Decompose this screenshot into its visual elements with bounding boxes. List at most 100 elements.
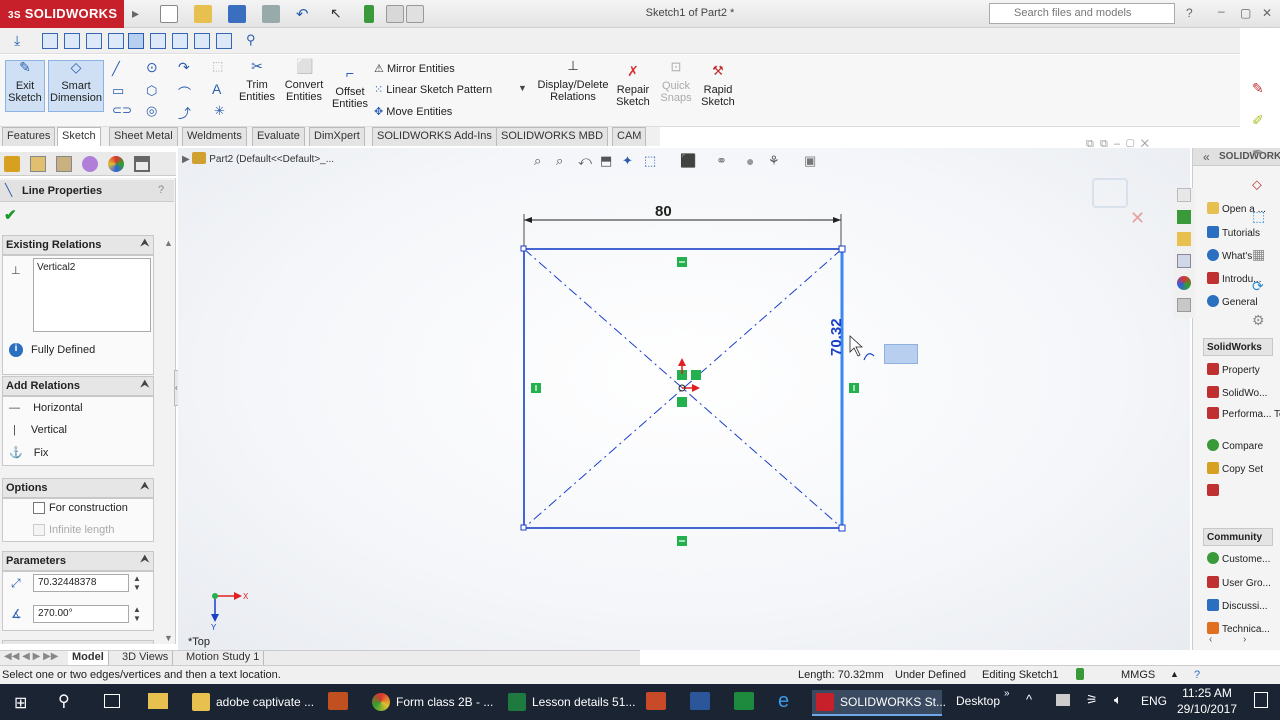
quick-snaps-button[interactable]: ⊡ Quick Snaps — [656, 60, 696, 111]
property-manager-icon[interactable] — [30, 156, 46, 172]
vertex-top-left[interactable] — [520, 245, 527, 252]
ok-checkmark-icon[interactable]: ✔ — [4, 206, 17, 224]
options-icon[interactable] — [406, 5, 424, 23]
tp-user-group-item[interactable]: User Gro... — [1222, 578, 1271, 589]
settings-icon[interactable]: ⚙ — [1252, 312, 1265, 329]
tp-section-community[interactable]: Community — [1203, 528, 1273, 546]
design-library-icon[interactable] — [1177, 210, 1191, 224]
rebuild-status-icon[interactable] — [1076, 668, 1084, 680]
view-back-icon[interactable] — [64, 33, 80, 49]
restore-icon[interactable]: ▢ — [1240, 6, 1251, 20]
angle-spinner[interactable]: ▲ ▼ — [133, 605, 141, 623]
tp-scroll-left-icon[interactable]: ‹ — [1209, 634, 1212, 645]
file-explorer-icon[interactable] — [148, 693, 168, 709]
close-icon[interactable]: ✕ — [1262, 6, 1272, 20]
units-dropdown-icon[interactable]: ▲ — [1170, 669, 1179, 679]
point-icon[interactable]: ✳ — [214, 103, 225, 119]
normal-to-icon[interactable]: ⤓ — [14, 32, 20, 49]
search-icon[interactable]: ⚲ — [58, 691, 70, 711]
open-folder-icon[interactable] — [194, 5, 212, 23]
coincident-relation-icon[interactable] — [677, 397, 687, 407]
tp-section-solidworks[interactable]: SolidWorks — [1203, 338, 1273, 356]
tab-3d-views[interactable]: 3D Views — [118, 651, 174, 666]
options-header[interactable]: Options ⮝ — [2, 478, 154, 498]
tab-mbd[interactable]: SOLIDWORKS MBD — [496, 127, 609, 146]
for-construction-checkbox[interactable] — [33, 502, 45, 514]
tp-property-item[interactable]: Property — [1222, 365, 1260, 376]
powerpoint-icon[interactable] — [646, 692, 666, 710]
desktop-toolbar[interactable]: Desktop — [956, 694, 1000, 708]
view-right-icon[interactable] — [108, 33, 124, 49]
taskbar-app-excel[interactable]: Lesson details 51... — [504, 690, 635, 716]
appearances-icon[interactable] — [1177, 276, 1191, 290]
text-icon[interactable]: A — [212, 81, 221, 97]
vertex-bottom-right[interactable] — [838, 524, 846, 532]
tab-dimxpert[interactable]: DimXpert — [309, 127, 365, 146]
rotate-icon[interactable]: ⟳ — [1252, 278, 1264, 295]
view-left-icon[interactable] — [86, 33, 102, 49]
menu-arrow-icon[interactable]: ▸ — [132, 5, 150, 23]
collapse-icon[interactable]: ⮝ — [141, 238, 150, 249]
pencil-icon[interactable]: ✐ — [1252, 112, 1264, 129]
move-entities-button[interactable]: ✥ Move Entities — [374, 105, 452, 118]
pattern-dropdown-icon[interactable]: ▼ — [518, 83, 527, 93]
add-horizontal-relation[interactable]: — Horizontal — [9, 402, 149, 414]
sketch-ink-icon[interactable]: ✒ — [1252, 144, 1264, 161]
angle-input[interactable]: 270.00° — [33, 605, 129, 623]
circle-icon[interactable]: ⊙ — [146, 59, 158, 76]
relation-item[interactable]: Vertical2 — [34, 259, 150, 273]
taskbar-app-chrome[interactable]: Form class 2B - ... — [368, 690, 494, 716]
polygon-icon[interactable]: ⬡ — [146, 83, 157, 99]
grid-icon[interactable]: ▦ — [1252, 246, 1265, 263]
view-dimetric-icon[interactable] — [216, 33, 232, 49]
view-front-icon[interactable] — [42, 33, 58, 49]
help-icon[interactable]: ? — [1186, 6, 1193, 20]
internet-explorer-icon[interactable]: e — [778, 690, 789, 713]
tp-scroll-right-icon[interactable]: › — [1243, 634, 1246, 645]
mirror-sketch-icon[interactable]: ⬦ — [1252, 176, 1262, 193]
rectangle-icon[interactable]: ▭ — [112, 83, 124, 99]
parameters-header[interactable]: Parameters ⮝ — [2, 551, 154, 571]
tp-solidworks-item[interactable]: SolidWo... — [1222, 388, 1267, 399]
view-palette-icon[interactable] — [1177, 254, 1191, 268]
tab-cam[interactable]: CAM — [612, 127, 647, 146]
tp-compare-item[interactable]: Compare — [1222, 441, 1263, 452]
scroll-up-icon[interactable]: ▲ — [164, 238, 173, 248]
offset-entities-button[interactable]: ⌐ Offset Entities — [330, 66, 370, 115]
help-icon[interactable]: ? — [158, 184, 164, 196]
tab-sketch[interactable]: Sketch — [57, 127, 101, 146]
line-icon[interactable]: ╱ — [112, 61, 120, 77]
relations-list[interactable]: Vertical2 — [33, 258, 151, 332]
length-spinner[interactable]: ▲ ▼ — [133, 574, 141, 592]
tab-navigation-arrows[interactable]: ◀◀ ◀ ▶ ▶▶ — [4, 651, 58, 662]
file-properties-icon[interactable] — [386, 5, 404, 23]
scroll-down-icon[interactable]: ▼ — [164, 633, 173, 643]
sketch-tool-icon[interactable]: ✎ — [1252, 80, 1264, 97]
offset-on-surface-icon[interactable]: ⤴ — [178, 103, 191, 122]
configuration-manager-icon[interactable] — [56, 156, 72, 172]
language-indicator[interactable]: ENG — [1141, 694, 1167, 708]
clock-date[interactable]: 29/10/2017 — [1172, 702, 1242, 716]
arc-icon[interactable]: ↷ — [178, 59, 190, 76]
dimension-horizontal-text[interactable]: 80 — [655, 203, 672, 220]
cam-manager-icon[interactable] — [134, 156, 150, 172]
print-icon[interactable] — [262, 5, 280, 23]
display-manager-icon[interactable] — [108, 156, 124, 172]
search-input[interactable]: Search files and models — [989, 3, 1175, 24]
tp-performance-test-item[interactable]: Performa... Test — [1222, 409, 1280, 420]
tab-features[interactable]: Features — [2, 127, 56, 146]
vertex-bottom-left[interactable] — [520, 524, 527, 531]
link-view-icon[interactable]: ⚲ — [246, 32, 256, 48]
fillet-icon[interactable]: ⌒ — [178, 83, 191, 102]
system-tray-icon[interactable] — [1056, 694, 1070, 706]
collapse-icon[interactable]: ⮝ — [141, 481, 150, 492]
tab-weldments[interactable]: Weldments — [182, 127, 247, 146]
network-icon[interactable]: ⚞ — [1086, 692, 1098, 708]
view-top-icon[interactable] — [128, 33, 144, 49]
task-view-icon[interactable] — [104, 694, 120, 708]
dimxpert-manager-icon[interactable] — [82, 156, 98, 172]
slot-icon[interactable]: ⊂⊃ — [112, 103, 132, 117]
display-delete-relations-button[interactable]: ⊥ Display/Delete Relations — [536, 59, 610, 112]
convert-entities-button[interactable]: ⬜ Convert Entities — [282, 59, 326, 112]
tab-evaluate[interactable]: Evaluate — [252, 127, 305, 146]
